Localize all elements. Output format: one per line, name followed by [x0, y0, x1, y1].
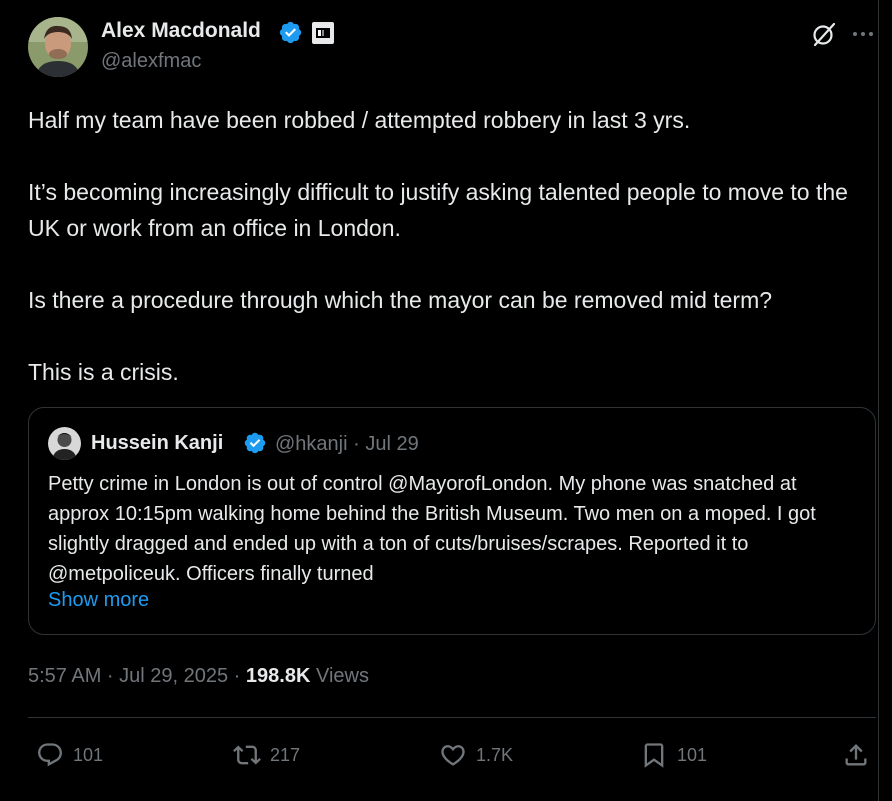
repost-button[interactable]: 217 [233, 740, 300, 770]
more-icon[interactable] [850, 22, 876, 46]
quote-text: Petty crime in London is out of control … [48, 473, 816, 585]
quoted-tweet[interactable]: Hussein Kanji @hkanji · Jul 29 Petty cri… [28, 407, 876, 635]
bookmark-icon [644, 743, 664, 768]
tweet-timestamp[interactable]: 5:57 AM · Jul 29, 2025 · [28, 665, 246, 687]
quote-meta: @hkanji · Jul 29 [275, 433, 419, 455]
verified-badge-icon[interactable] [243, 431, 267, 455]
tweet-text: Half my team have been robbed / attempte… [28, 102, 874, 426]
author-avatar[interactable] [28, 17, 88, 77]
share-button[interactable] [842, 740, 870, 770]
author-handle[interactable]: @alexfmac [101, 50, 201, 73]
repost-count: 217 [270, 744, 301, 765]
reply-button[interactable]: 101 [36, 740, 103, 770]
grok-icon[interactable] [810, 20, 838, 48]
quote-author-avatar[interactable] [48, 427, 81, 460]
views-label: Views [310, 665, 369, 687]
heart-icon [441, 745, 465, 766]
tweet-meta: 5:57 AM · Jul 29, 2025 · 198.8K Views [28, 665, 369, 688]
tweet-paragraph: Half my team have been robbed / attempte… [28, 107, 691, 133]
reply-icon [38, 743, 62, 767]
tweet-detail: Alex Macdonald @alexfmac Half my team ha… [0, 0, 879, 801]
verified-badge-icon[interactable] [278, 20, 303, 45]
repost-icon [233, 745, 261, 765]
bookmark-count: 101 [677, 744, 708, 765]
views-count: 198.8K [245, 665, 311, 687]
affiliate-badge-icon[interactable] [312, 22, 334, 44]
divider [28, 717, 876, 718]
share-icon [845, 744, 867, 766]
author-name[interactable]: Alex Macdonald [101, 19, 261, 43]
like-button[interactable]: 1.7K [439, 740, 513, 770]
tweet-paragraph: Is there a procedure through which the m… [28, 287, 773, 313]
like-count: 1.7K [476, 744, 514, 765]
tweet-paragraph: It’s becoming increasingly difficult to … [28, 179, 848, 241]
bookmark-button[interactable]: 101 [640, 740, 707, 770]
tweet-paragraph: This is a crisis. [28, 359, 179, 385]
reply-count: 101 [73, 744, 104, 765]
show-more-link[interactable]: Show more [48, 589, 149, 612]
quote-author-name[interactable]: Hussein Kanji [91, 432, 223, 455]
